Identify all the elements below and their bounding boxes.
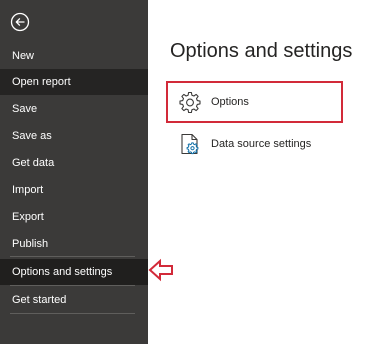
- backstage-sidebar: New Open report Save Save as Get data Im…: [0, 0, 148, 344]
- sidebar-item-get-data[interactable]: Get data: [0, 150, 148, 176]
- data-source-settings-item[interactable]: Data source settings: [178, 129, 311, 159]
- callout-arrow-icon: [148, 258, 173, 282]
- sidebar-item-export[interactable]: Export: [0, 204, 148, 230]
- sidebar-divider: [10, 256, 135, 257]
- page-title: Options and settings: [170, 40, 353, 62]
- sidebar-item-publish[interactable]: Publish: [0, 231, 148, 257]
- options-item[interactable]: Options: [178, 87, 249, 117]
- sidebar-item-get-started[interactable]: Get started: [0, 287, 148, 313]
- sidebar-item-new[interactable]: New: [0, 43, 148, 69]
- sidebar-divider: [10, 313, 135, 314]
- data-source-settings-label: Data source settings: [211, 138, 312, 150]
- options-label: Options: [211, 96, 249, 108]
- sidebar-item-import[interactable]: Import: [0, 177, 148, 203]
- data-source-settings-icon: [181, 133, 199, 155]
- sidebar-item-save-as[interactable]: Save as: [0, 123, 148, 149]
- gear-icon: [179, 91, 201, 114]
- sidebar-item-save[interactable]: Save: [0, 96, 148, 122]
- sidebar-item-options-and-settings[interactable]: Options and settings: [0, 259, 148, 285]
- sidebar-divider: [10, 285, 135, 286]
- arrow-left-icon[interactable]: [10, 12, 30, 32]
- sidebar-item-open-report[interactable]: Open report: [0, 69, 148, 95]
